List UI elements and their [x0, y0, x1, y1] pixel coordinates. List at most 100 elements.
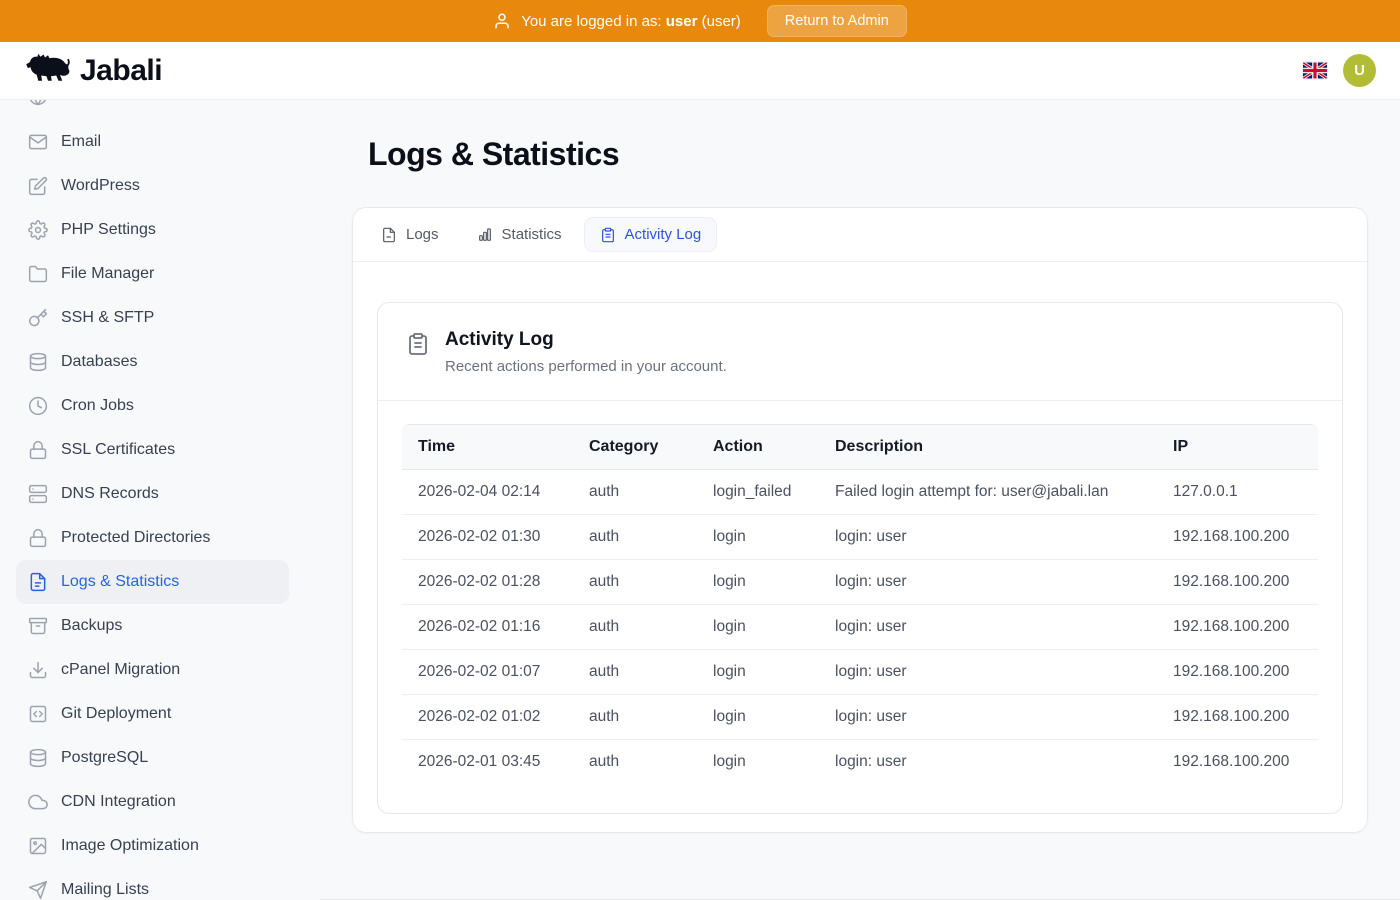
cell-ip: 192.168.100.200	[1157, 695, 1318, 740]
table-row: 2026-02-02 01:07authloginlogin: user192.…	[402, 650, 1318, 695]
cell-ip: 192.168.100.200	[1157, 515, 1318, 560]
sidebar-item-label: WordPress	[61, 177, 140, 195]
sidebar-item-databases[interactable]: Databases	[16, 340, 289, 384]
tab-logs[interactable]: Logs	[365, 217, 455, 252]
sidebar-item-logs-statistics[interactable]: Logs & Statistics	[16, 560, 289, 604]
sidebar-item-postgresql[interactable]: PostgreSQL	[16, 736, 289, 780]
download-icon	[28, 660, 48, 680]
cell-action: login	[697, 515, 819, 560]
sidebar-item-dns-records[interactable]: DNS Records	[16, 472, 289, 516]
folder-icon	[28, 264, 48, 284]
sidebar-item-label: Image Optimization	[61, 837, 199, 855]
cell-category: auth	[573, 695, 697, 740]
sidebar-item-ssl-certificates[interactable]: SSL Certificates	[16, 428, 289, 472]
bar-chart-icon	[477, 227, 493, 243]
sidebar-item-label: PHP Settings	[61, 221, 156, 239]
cell-time: 2026-02-02 01:30	[402, 515, 573, 560]
cell-description: login: user	[819, 650, 1157, 695]
sidebar-item-cdn-integration[interactable]: CDN Integration	[16, 780, 289, 824]
sidebar-item-file-manager[interactable]: File Manager	[16, 252, 289, 296]
cell-ip: 127.0.0.1	[1157, 470, 1318, 515]
cell-action: login	[697, 605, 819, 650]
cell-time: 2026-02-04 02:14	[402, 470, 573, 515]
sidebar-item-backups[interactable]: Backups	[16, 604, 289, 648]
sidebar-item-label: Databases	[61, 353, 138, 371]
sidebar-item-protected-directories[interactable]: Protected Directories	[16, 516, 289, 560]
clipboard-icon	[600, 227, 616, 243]
cell-category: auth	[573, 605, 697, 650]
page-title: Logs & Statistics	[368, 136, 1368, 173]
table-row: 2026-02-02 01:16authloginlogin: user192.…	[402, 605, 1318, 650]
tab-activity-log[interactable]: Activity Log	[584, 217, 718, 252]
tab-statistics[interactable]: Statistics	[461, 217, 578, 252]
sidebar-item-image-optimization[interactable]: Image Optimization	[16, 824, 289, 868]
sidebar-item-git-deployment[interactable]: Git Deployment	[16, 692, 289, 736]
sidebar-item-label: SSH & SFTP	[61, 309, 154, 327]
brand-logo[interactable]: Jabali	[24, 50, 162, 91]
activity-log-card: Activity Log Recent actions performed in…	[377, 302, 1343, 814]
cell-action: login	[697, 560, 819, 605]
cell-category: auth	[573, 515, 697, 560]
column-header-description: Description	[819, 425, 1157, 470]
sidebar-item-partial	[16, 100, 289, 120]
table-row: 2026-02-01 03:45authloginlogin: user192.…	[402, 740, 1318, 785]
main-content: Logs & Statistics LogsStatisticsActivity…	[320, 100, 1400, 900]
cell-description: login: user	[819, 515, 1157, 560]
language-flag-uk-icon[interactable]	[1303, 62, 1327, 79]
sidebar-nav: Email WordPress PHP Settings File Manager SS…	[0, 100, 320, 900]
lock-icon	[28, 528, 48, 548]
table-row: 2026-02-02 01:28authloginlogin: user192.…	[402, 560, 1318, 605]
archive-icon	[28, 616, 48, 636]
cell-action: login	[697, 740, 819, 785]
cell-description: login: user	[819, 560, 1157, 605]
cloud-icon	[28, 792, 48, 812]
code-icon	[28, 704, 48, 724]
sidebar-item-label: PostgreSQL	[61, 749, 148, 767]
cell-time: 2026-02-02 01:16	[402, 605, 573, 650]
sidebar-item-ssh-sftp[interactable]: SSH & SFTP	[16, 296, 289, 340]
logs-panel: LogsStatisticsActivity Log Activity Log …	[352, 207, 1368, 833]
sidebar-item-label: Email	[61, 133, 101, 151]
sidebar-item-label: Cron Jobs	[61, 397, 134, 415]
server-icon	[28, 484, 48, 504]
column-header-time: Time	[402, 425, 573, 470]
cell-action: login_failed	[697, 470, 819, 515]
sidebar-item-cpanel-migration[interactable]: cPanel Migration	[16, 648, 289, 692]
table-row: 2026-02-02 01:30authloginlogin: user192.…	[402, 515, 1318, 560]
cell-time: 2026-02-02 01:02	[402, 695, 573, 740]
column-header-category: Category	[573, 425, 697, 470]
cell-description: login: user	[819, 605, 1157, 650]
cell-description: login: user	[819, 740, 1157, 785]
database-icon	[28, 748, 48, 768]
sidebar-item-php-settings[interactable]: PHP Settings	[16, 208, 289, 252]
sidebar-item-label: cPanel Migration	[61, 661, 180, 679]
user-avatar[interactable]: U	[1343, 54, 1376, 87]
gear-icon	[28, 220, 48, 240]
cell-category: auth	[573, 560, 697, 605]
return-to-admin-button[interactable]: Return to Admin	[767, 5, 907, 37]
cell-ip: 192.168.100.200	[1157, 560, 1318, 605]
sidebar-item-email[interactable]: Email	[16, 120, 289, 164]
sidebar-item-mailing-lists[interactable]: Mailing Lists	[16, 868, 289, 900]
tab-strip: LogsStatisticsActivity Log	[353, 208, 1367, 262]
sidebar-item-label: CDN Integration	[61, 793, 176, 811]
cell-ip: 192.168.100.200	[1157, 740, 1318, 785]
sidebar-item-wordpress[interactable]: WordPress	[16, 164, 289, 208]
cell-time: 2026-02-02 01:07	[402, 650, 573, 695]
cell-category: auth	[573, 470, 697, 515]
file-icon	[381, 227, 397, 243]
sidebar-item-label: Protected Directories	[61, 529, 210, 547]
cell-time: 2026-02-02 01:28	[402, 560, 573, 605]
file-text-icon	[28, 572, 48, 592]
divider	[378, 400, 1342, 401]
boar-icon	[24, 50, 72, 91]
cell-action: login	[697, 650, 819, 695]
send-icon	[28, 880, 48, 900]
table-header-row: TimeCategoryActionDescriptionIP	[402, 425, 1318, 470]
impersonated-username: user	[666, 13, 698, 30]
table-row: 2026-02-02 01:02authloginlogin: user192.…	[402, 695, 1318, 740]
sidebar-item-label: Git Deployment	[61, 705, 171, 723]
sidebar-item-label: SSL Certificates	[61, 441, 175, 459]
sidebar-item-cron-jobs[interactable]: Cron Jobs	[16, 384, 289, 428]
sidebar-item-label: DNS Records	[61, 485, 159, 503]
